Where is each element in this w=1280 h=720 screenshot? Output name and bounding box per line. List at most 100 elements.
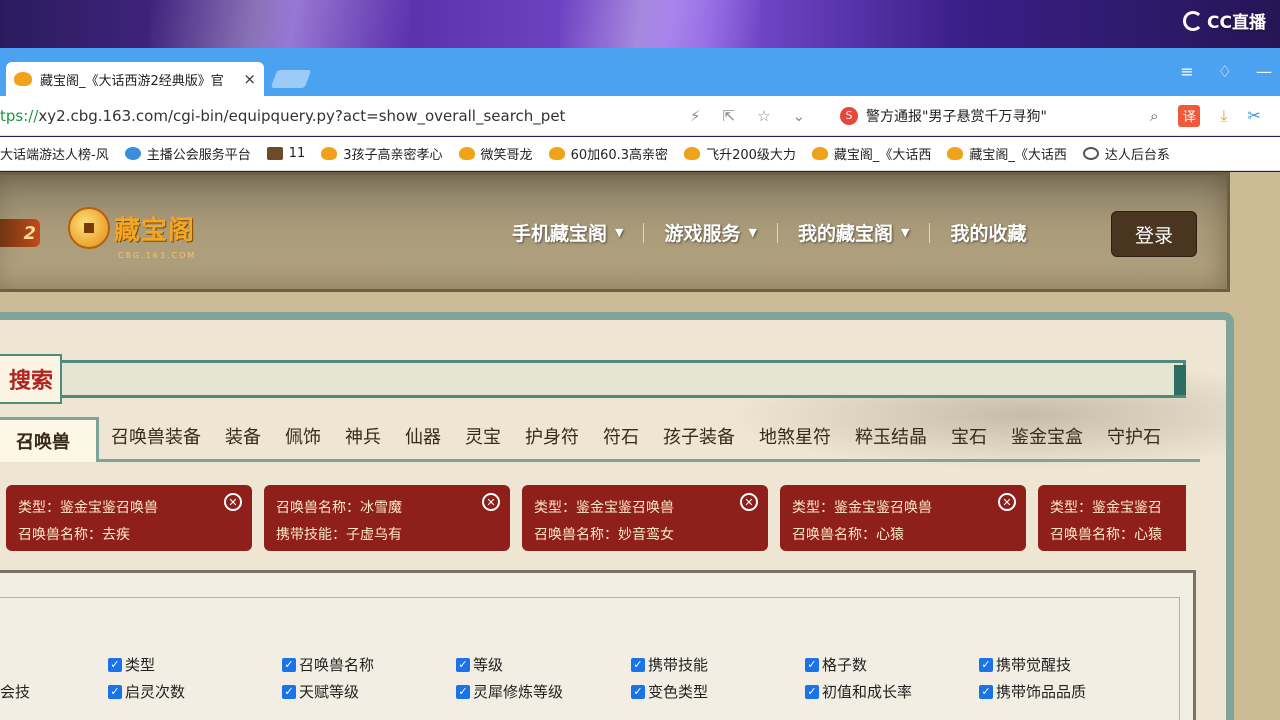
bookmark-item[interactable]: 大话端游达人榜-风 [0, 144, 109, 163]
checkbox-awaken-skill[interactable]: ✓ 携带觉醒技 [979, 654, 1071, 675]
skin-icon[interactable]: ♢ [1218, 62, 1232, 81]
bookmark-label: 达人后台系 [1104, 148, 1170, 163]
bookmark-item[interactable]: 藏宝阁_《大话西 [947, 144, 1067, 163]
checkbox-checked-icon: ✓ [805, 684, 819, 699]
nav-divider [929, 222, 931, 243]
cbg-logo-subtext: CBG.163.COM [118, 251, 197, 260]
checkbox-label: 变色类型 [648, 683, 709, 701]
filter-chip[interactable]: 类型：鉴金宝鉴召 召唤兽名称：心猿 [1038, 485, 1186, 551]
search-input[interactable] [58, 360, 1186, 398]
bookmark-item[interactable]: 达人后台系 [1082, 144, 1170, 163]
bookmark-item[interactable]: 主播公会服务平台 [124, 144, 251, 163]
checkbox-pet-name[interactable]: ✓ 召唤兽名称 [282, 654, 374, 675]
browser-tab-bar: 藏宝阁_《大话西游2经典版》官 × [0, 48, 1280, 96]
nav-game-services[interactable]: 游戏服务 ▼ [664, 219, 756, 246]
minimize-icon[interactable]: — [1256, 62, 1272, 81]
download-icon[interactable]: ⤓ [1220, 106, 1227, 126]
search-icon[interactable]: ⌕ [1150, 107, 1158, 125]
tab-star-talisman[interactable]: 地煞星符 [747, 423, 843, 459]
checkbox-cultivation-level[interactable]: ✓ 灵犀修炼等级 [456, 681, 563, 702]
checkbox-type[interactable]: ✓ 类型 [108, 654, 155, 675]
url-field[interactable]: tps://xy2.cbg.163.com/cgi-bin/equipquery… [0, 107, 690, 125]
bookmark-label: 60加60.3高亲密 [570, 148, 669, 163]
lightning-icon[interactable]: ⚡ [690, 107, 701, 125]
tab-jade-crystal[interactable]: 粹玉结晶 [843, 423, 939, 459]
filter-chip[interactable]: 类型：鉴金宝鉴召唤兽 召唤兽名称：心猿 ✕ [780, 485, 1026, 551]
search-panel: 搜索 召唤兽 召唤兽装备 装备 佩饰 神兵 仙器 灵宝 护身符 符石 孩子装备 … [0, 312, 1234, 720]
close-icon[interactable]: ✕ [224, 493, 242, 511]
checkbox-label: 会技 [0, 683, 31, 701]
game-logo[interactable]: 2 [0, 219, 40, 247]
close-icon[interactable]: ✕ [998, 493, 1016, 511]
tab-rune-stone[interactable]: 符石 [591, 423, 651, 459]
nav-label: 手机藏宝阁 [512, 223, 608, 245]
bookmark-item[interactable]: 飞升200级大力 [684, 144, 796, 163]
bookmark-item[interactable]: 3孩子高亲密孝心 [321, 144, 443, 163]
checkbox-label: 类型 [125, 656, 156, 674]
tab-treasure-box[interactable]: 鉴金宝盒 [999, 423, 1095, 459]
bookmark-label: 藏宝阁_《大话西 [969, 148, 1067, 163]
nav-my-favorites[interactable]: 我的收藏 [950, 219, 1026, 246]
tab-close-icon[interactable]: × [243, 70, 256, 88]
caret-down-icon: ▼ [615, 226, 624, 239]
bookmark-item[interactable]: 藏宝阁_《大话西 [811, 144, 932, 163]
scissors-icon[interactable]: ✂ [1247, 106, 1260, 125]
login-button[interactable]: 登录 [1111, 211, 1197, 257]
banner-decoration [150, 0, 410, 48]
checkbox-skills[interactable]: ✓ 携带技能 [631, 654, 708, 675]
tab-pet-equip[interactable]: 召唤兽装备 [99, 423, 213, 459]
caret-down-icon: ▼ [900, 226, 910, 239]
checkbox-label: 启灵次数 [125, 683, 186, 701]
checkbox-checked-icon: ✓ [805, 657, 819, 672]
browser-tab-active[interactable]: 藏宝阁_《大话西游2经典版》官 × [6, 62, 264, 96]
checkbox-slots[interactable]: ✓ 格子数 [805, 654, 867, 675]
checkbox-label: 携带技能 [648, 656, 709, 674]
chip-line: 类型：鉴金宝鉴召 [1050, 500, 1162, 516]
new-tab-button[interactable] [270, 70, 312, 88]
checkbox-level[interactable]: ✓ 等级 [456, 654, 503, 675]
checkbox-growth-rate[interactable]: ✓ 初值和成长率 [805, 681, 912, 702]
tab-spirit-treasure[interactable]: 灵宝 [453, 423, 513, 459]
filter-options-box: ✓ 类型 ✓ 召唤兽名称 ✓ 等级 ✓ 携带技能 ✓ 格子数 ✓ 携带觉醒技 会技 ✓ 启灵次… [0, 570, 1196, 720]
tab-fairy-artifact[interactable]: 仙器 [393, 423, 453, 459]
tab-child-equip[interactable]: 孩子装备 [651, 423, 747, 459]
cbg-logo[interactable]: 藏宝阁 CBG.163.COM [68, 207, 195, 260]
nav-my-cbg[interactable]: 我的藏宝阁 ▼ [798, 219, 909, 246]
filter-chip[interactable]: 召唤兽名称：冰雪魔 携带技能：子虚乌有 ✕ [264, 485, 510, 551]
tab-guard-stone[interactable]: 守护石 [1095, 423, 1173, 459]
bookmark-chick-icon [458, 147, 475, 160]
share-icon[interactable]: ⇱ [723, 107, 736, 125]
close-icon[interactable]: ✕ [482, 493, 500, 511]
star-icon[interactable]: ☆ [757, 107, 770, 125]
filter-chip[interactable]: 类型：鉴金宝鉴召唤兽 召唤兽名称：去疾 ✕ [6, 485, 252, 551]
checkbox-accessory-quality[interactable]: ✓ 携带饰品品质 [979, 681, 1086, 702]
chevron-down-icon[interactable]: ⌄ [793, 107, 806, 125]
tab-divine-weapon[interactable]: 神兵 [333, 423, 393, 459]
category-tabs: 召唤兽 召唤兽装备 装备 佩饰 神兵 仙器 灵宝 护身符 符石 孩子装备 地煞星… [0, 417, 1200, 462]
close-icon[interactable]: ✕ [740, 493, 758, 511]
chevron-right-icon[interactable]: ❯ [1172, 506, 1187, 527]
checkbox-label: 初值和成长率 [822, 683, 913, 701]
checkbox-color-type[interactable]: ✓ 变色类型 [631, 681, 708, 702]
menu-icon[interactable]: ≡ [1180, 62, 1193, 81]
tab-accessory[interactable]: 佩饰 [273, 423, 333, 459]
checkbox-checked-icon: ✓ [631, 684, 645, 699]
checkbox-label: 等级 [473, 656, 504, 674]
bookmark-item[interactable]: 11 [266, 146, 305, 161]
tab-gem[interactable]: 宝石 [939, 423, 999, 459]
checkbox-enlighten-count[interactable]: ✓ 启灵次数 [108, 681, 185, 702]
filter-chip[interactable]: 类型：鉴金宝鉴召唤兽 召唤兽名称：妙音鸾女 ✕ [522, 485, 768, 551]
tab-equip[interactable]: 装备 [213, 423, 273, 459]
bookmark-label: 藏宝阁_《大话西 [833, 148, 932, 163]
bookmark-item[interactable]: 微笑哥龙 [458, 144, 533, 163]
sogou-icon: S [840, 106, 858, 125]
cc-logo-text: CC直播 [1207, 13, 1266, 33]
translate-icon[interactable]: 译 [1178, 104, 1201, 127]
nav-mobile-cbg[interactable]: 手机藏宝阁 ▼ [512, 219, 623, 246]
bookmark-item[interactable]: 60加60.3高亲密 [548, 144, 669, 163]
tab-amulet[interactable]: 护身符 [513, 423, 591, 459]
tab-pet[interactable]: 召唤兽 [0, 417, 99, 462]
chip-line: 类型：鉴金宝鉴召唤兽 [18, 500, 158, 516]
checkbox-talent-level[interactable]: ✓ 天赋等级 [282, 681, 359, 702]
news-ticker[interactable]: S 警方通报"男子悬赏千万寻狗" [840, 106, 1130, 126]
